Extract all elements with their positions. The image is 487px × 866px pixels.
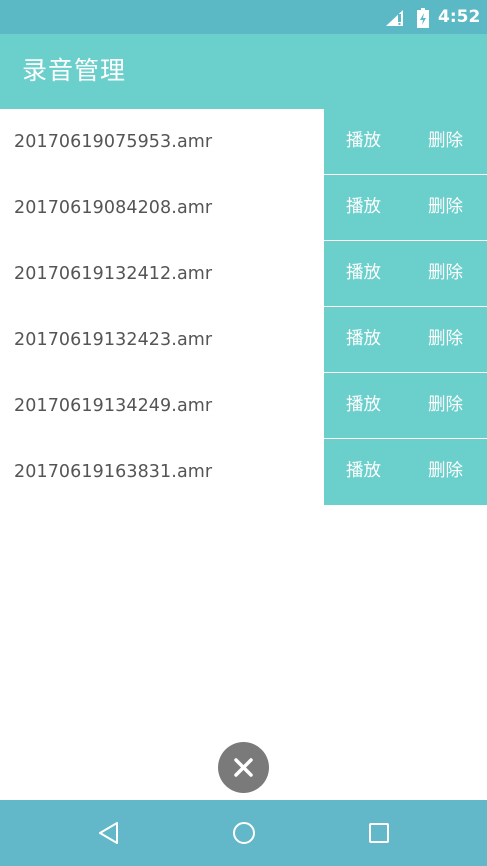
delete-button[interactable]: 删除 [428,307,463,372]
play-button[interactable]: 播放 [346,439,381,504]
play-button[interactable]: 播放 [346,109,381,174]
play-button[interactable]: 播放 [346,373,381,438]
row-actions: 播放 删除 [324,439,487,505]
list-item: 20170619134249.amr 播放 删除 [0,373,487,439]
home-icon[interactable] [231,820,257,846]
clock: 4:52 [438,7,481,27]
recording-filename: 20170619134249.amr [14,396,213,416]
recording-list: 20170619075953.amr 播放 删除 20170619084208.… [0,109,487,505]
recording-filename: 20170619132423.amr [14,330,213,350]
battery-icon [417,8,429,28]
row-actions: 播放 删除 [324,373,487,439]
recording-filename: 20170619075953.amr [14,132,213,152]
status-bar: 4:52 [0,0,487,34]
row-actions: 播放 删除 [324,241,487,307]
recording-filename: 20170619163831.amr [14,462,213,482]
signal-icon [386,10,403,26]
close-button[interactable] [218,742,269,793]
list-item: 20170619163831.amr 播放 删除 [0,439,487,505]
list-item: 20170619084208.amr 播放 删除 [0,175,487,241]
row-actions: 播放 删除 [324,307,487,373]
play-button[interactable]: 播放 [346,307,381,372]
page-title: 录音管理 [22,56,127,85]
navigation-bar [0,800,487,866]
delete-button[interactable]: 删除 [428,439,463,504]
play-button[interactable]: 播放 [346,241,381,306]
list-item: 20170619132412.amr 播放 删除 [0,241,487,307]
recording-filename: 20170619084208.amr [14,198,213,218]
delete-button[interactable]: 删除 [428,175,463,240]
delete-button[interactable]: 删除 [428,241,463,306]
row-actions: 播放 删除 [324,175,487,241]
app-bar: 录音管理 [0,34,487,109]
list-item: 20170619132423.amr 播放 删除 [0,307,487,373]
recents-icon[interactable] [366,820,392,846]
play-button[interactable]: 播放 [346,175,381,240]
row-actions: 播放 删除 [324,109,487,175]
delete-button[interactable]: 删除 [428,109,463,174]
list-item: 20170619075953.amr 播放 删除 [0,109,487,175]
recording-filename: 20170619132412.amr [14,264,213,284]
back-icon[interactable] [96,820,122,846]
delete-button[interactable]: 删除 [428,373,463,438]
close-icon [234,758,253,777]
